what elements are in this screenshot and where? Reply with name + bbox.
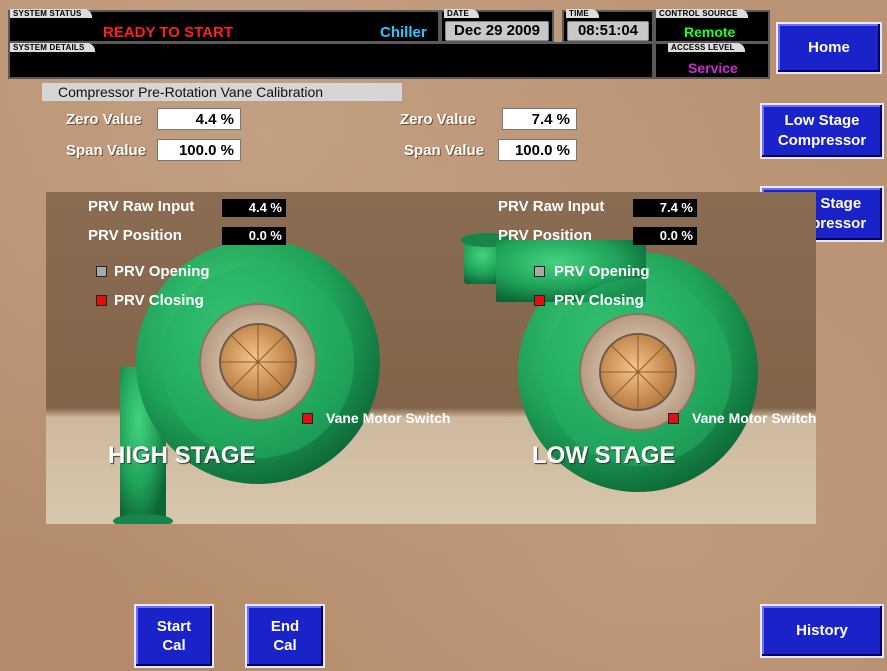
high-prv-position-label: PRV Position	[88, 227, 182, 244]
high-vane-motor-indicator	[302, 413, 313, 424]
low-zero-value[interactable]: 7.4 %	[502, 108, 577, 130]
low-prv-position-value: 0.0 %	[633, 227, 697, 245]
time-value: 08:51:04	[567, 21, 649, 41]
high-prv-closing-indicator	[96, 295, 107, 306]
time-tag: TIME	[566, 9, 599, 18]
control-source-value: Remote	[684, 24, 736, 40]
start-cal-button[interactable]: Start Cal	[134, 604, 214, 668]
high-prv-opening-indicator	[96, 266, 107, 277]
system-details-tag: SYSTEM DETAILS	[10, 43, 95, 52]
low-stage-compressor-button[interactable]: Low Stage Compressor	[760, 103, 884, 159]
high-zero-label: Zero Value	[66, 111, 142, 128]
low-prv-closing-indicator	[534, 295, 545, 306]
high-prv-raw-value: 4.4 %	[222, 199, 286, 217]
low-prv-raw-value: 7.4 %	[633, 199, 697, 217]
high-span-label: Span Value	[66, 142, 147, 159]
high-vane-motor-label: Vane Motor Switch	[326, 410, 451, 426]
end-cal-line1: End	[270, 618, 300, 635]
calibration-title: Compressor Pre-Rotation Vane Calibration	[42, 83, 402, 101]
high-prv-raw-label: PRV Raw Input	[88, 198, 195, 215]
control-source-tag: CONTROL SOURCE	[656, 9, 748, 18]
low-prv-closing-label: PRV Closing	[554, 292, 644, 309]
high-stage-label: HIGH STAGE	[108, 442, 256, 469]
start-cal-line2: Cal	[162, 637, 186, 654]
high-zero-value[interactable]: 4.4 %	[157, 108, 241, 130]
low-stage-line1: Low Stage	[784, 112, 860, 129]
end-cal-line2: Cal	[273, 637, 297, 654]
access-level-tag: ACCESS LEVEL	[668, 43, 745, 52]
access-level-value: Service	[688, 60, 738, 76]
high-prv-opening-label: PRV Opening	[114, 263, 210, 280]
date-value: Dec 29 2009	[445, 21, 549, 41]
low-vane-motor-label: Vane Motor Switch	[692, 410, 817, 426]
high-prv-position-value: 0.0 %	[222, 227, 286, 245]
system-status-tag: SYSTEM STATUS	[10, 9, 92, 18]
high-prv-closing-label: PRV Closing	[114, 292, 204, 309]
low-stage-line2: Compressor	[777, 132, 867, 149]
low-span-value[interactable]: 100.0 %	[498, 139, 577, 161]
home-button[interactable]: Home	[776, 22, 882, 74]
low-span-label: Span Value	[404, 142, 485, 159]
low-zero-label: Zero Value	[400, 111, 476, 128]
high-span-value[interactable]: 100.0 %	[157, 139, 241, 161]
low-prv-position-label: PRV Position	[498, 227, 592, 244]
compressor-display-panel: PRV Raw Input 4.4 % PRV Position 0.0 % P…	[46, 192, 816, 524]
low-stage-label: LOW STAGE	[532, 442, 676, 469]
low-prv-raw-label: PRV Raw Input	[498, 198, 605, 215]
unit-type-text: Chiller	[380, 24, 427, 41]
low-vane-motor-indicator	[668, 413, 679, 424]
start-cal-line1: Start	[156, 618, 192, 635]
history-button[interactable]: History	[760, 604, 884, 658]
end-cal-button[interactable]: End Cal	[245, 604, 325, 668]
low-prv-opening-indicator	[534, 266, 545, 277]
low-prv-opening-label: PRV Opening	[554, 263, 650, 280]
date-tag: DATE	[444, 9, 479, 18]
system-details-box	[8, 42, 654, 79]
system-status-text: READY TO START	[103, 24, 234, 41]
